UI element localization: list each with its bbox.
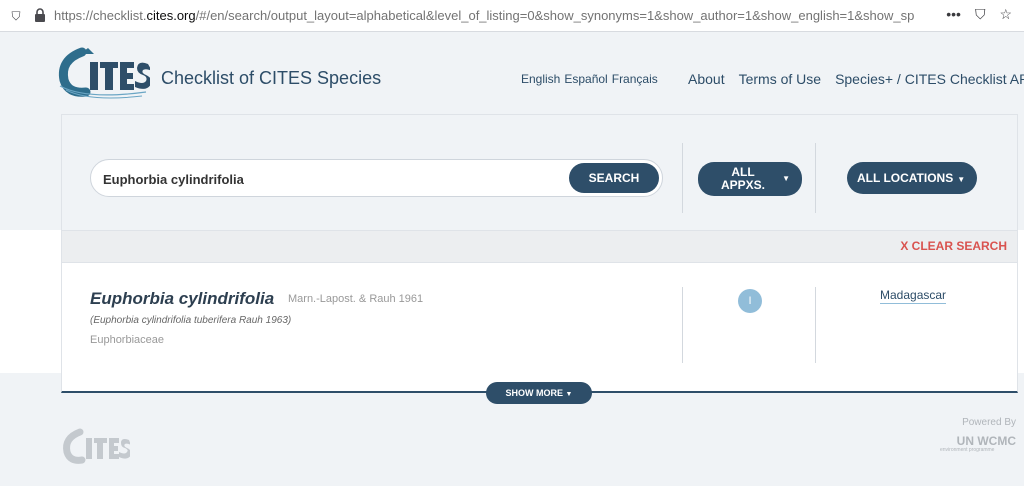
- show-more-button[interactable]: SHOW MORE ▼: [486, 382, 592, 404]
- bookmark-star-icon[interactable]: ☆: [999, 6, 1012, 23]
- species-synonym: (Euphorbia cylindrifolia tuberifera Rauh…: [90, 315, 292, 326]
- language-francais[interactable]: Français: [612, 72, 658, 86]
- appendix-filter-label: ALL APPXS.: [720, 165, 765, 192]
- clear-search-button[interactable]: X CLEAR SEARCH: [900, 239, 1007, 253]
- lock-icon[interactable]: [32, 8, 48, 24]
- unep-wcmc-logo[interactable]: UN WCMC: [957, 434, 1016, 448]
- caret-down-icon: ▼: [782, 174, 790, 183]
- nav-about[interactable]: About: [688, 71, 725, 87]
- species-name[interactable]: Euphorbia cylindrifolia: [90, 289, 274, 309]
- divider: [815, 287, 816, 363]
- search-panel: SEARCH ALL APPXS. ▼ ALL LOCATIONS▼: [61, 114, 1018, 230]
- species-author: Marn.-Lapost. & Rauh 1961: [288, 293, 424, 305]
- url-host: cites.org: [146, 8, 196, 23]
- unep-subtitle: environment programme: [940, 447, 995, 453]
- search-button[interactable]: SEARCH: [569, 163, 659, 193]
- address-bar[interactable]: https://checklist.cites.org/#/en/search/…: [54, 8, 914, 24]
- site-header: Checklist of CITES Species English Españ…: [0, 32, 1024, 114]
- caret-down-icon: ▼: [565, 391, 573, 398]
- browser-toolbar: ⛉ https://checklist.cites.org/#/en/searc…: [0, 0, 1024, 32]
- language-selector: English Español Français: [521, 72, 658, 86]
- main-nav: About Terms of Use Species+ / CITES Chec…: [688, 71, 1024, 87]
- site-title[interactable]: Checklist of CITES Species: [161, 68, 381, 89]
- species-family: Euphorbiaceae: [90, 334, 165, 346]
- search-input[interactable]: [103, 169, 563, 189]
- cites-logo[interactable]: [56, 46, 150, 104]
- language-english[interactable]: English: [521, 72, 560, 86]
- divider: [815, 143, 816, 213]
- divider: [682, 143, 683, 213]
- location-filter-button[interactable]: ALL LOCATIONS ▼: [847, 162, 977, 194]
- pocket-icon[interactable]: ⛉: [975, 6, 986, 23]
- location-filter-label: ALL LOCATIONS: [857, 171, 954, 185]
- page-actions-icon[interactable]: •••: [946, 6, 961, 23]
- appendix-filter-button[interactable]: ALL APPXS. ▼: [698, 162, 802, 196]
- powered-by-label: Powered By: [962, 417, 1016, 428]
- language-espanol[interactable]: Español: [564, 72, 607, 86]
- footer-cites-logo[interactable]: [60, 426, 130, 470]
- shield-icon[interactable]: ⛉: [8, 8, 24, 24]
- appendix-badge[interactable]: I: [738, 289, 762, 313]
- result-row: Euphorbia cylindrifolia Marn.-Lapost. & …: [61, 263, 1018, 393]
- caret-down-icon: ▼: [957, 175, 966, 184]
- clear-bar: X CLEAR SEARCH: [61, 230, 1018, 263]
- divider: [682, 287, 683, 363]
- search-box: SEARCH: [90, 159, 663, 197]
- location-link[interactable]: Madagascar: [880, 288, 947, 304]
- nav-api[interactable]: Species+ / CITES Checklist API: [835, 71, 1024, 87]
- nav-terms-of-use[interactable]: Terms of Use: [739, 71, 821, 87]
- browser-actions: ••• ⛉ ☆: [946, 6, 1012, 23]
